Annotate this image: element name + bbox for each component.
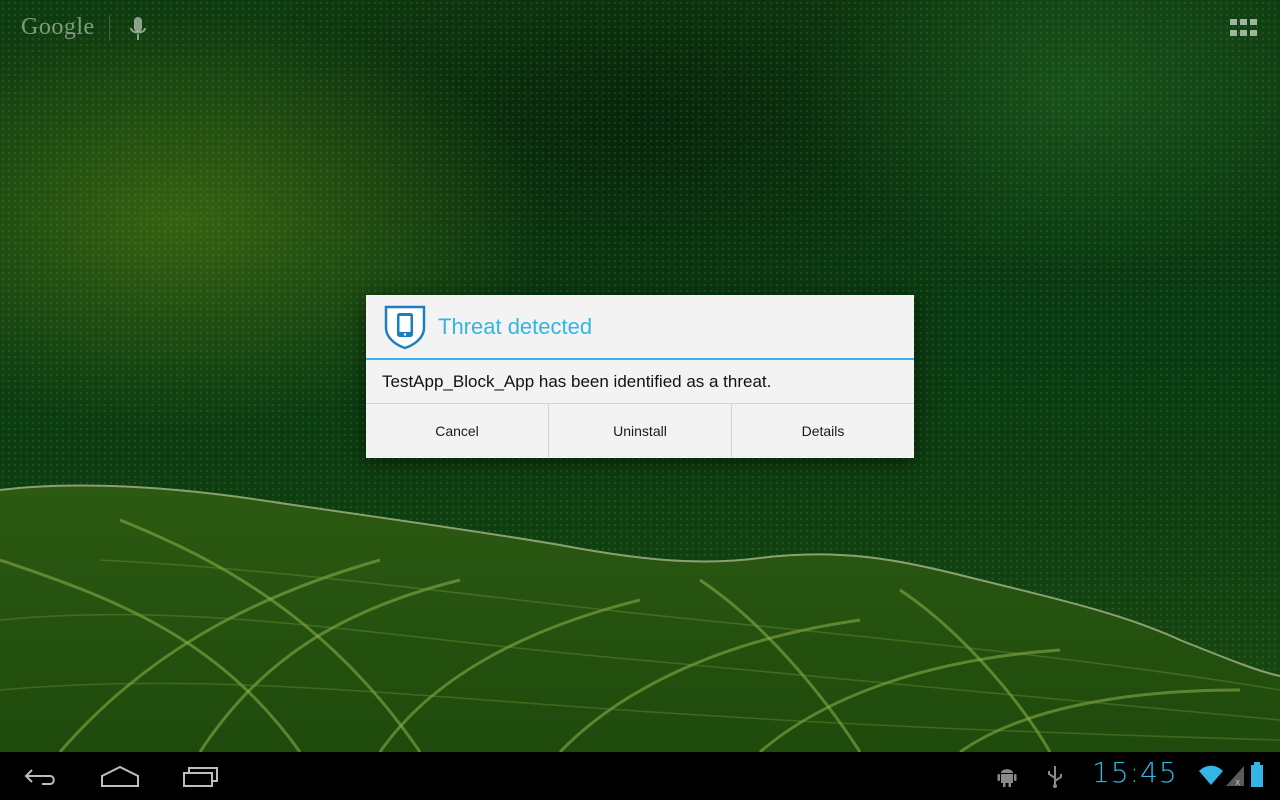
system-bar: x — [0, 752, 1280, 800]
details-button[interactable]: Details — [731, 404, 914, 458]
dialog-header: Threat detected — [366, 295, 914, 358]
dialog-message: TestApp_Block_App has been identified as… — [382, 372, 772, 391]
svg-text:x: x — [1235, 778, 1241, 786]
apps-grid-icon[interactable] — [1230, 19, 1258, 37]
google-search-logo[interactable]: Google — [21, 14, 95, 41]
status-clock[interactable]: 15:45 — [1092, 756, 1178, 789]
android-debug-icon[interactable] — [996, 764, 1018, 788]
usb-icon[interactable] — [1046, 764, 1064, 788]
threat-dialog: Threat detected TestApp_Block_App has be… — [366, 295, 914, 458]
uninstall-button[interactable]: Uninstall — [548, 404, 731, 458]
recent-apps-icon[interactable] — [182, 762, 220, 790]
dialog-title: Threat detected — [438, 314, 593, 339]
dialog-title-divider — [366, 358, 914, 360]
back-icon[interactable] — [22, 762, 58, 790]
mic-icon[interactable] — [128, 16, 148, 42]
cell-signal-icon[interactable]: x — [1226, 766, 1244, 786]
wifi-icon[interactable] — [1198, 764, 1224, 786]
battery-icon[interactable] — [1250, 762, 1264, 788]
dialog-button-row: Cancel Uninstall Details — [366, 403, 914, 458]
cancel-button[interactable]: Cancel — [366, 404, 548, 458]
search-divider — [109, 15, 110, 41]
home-icon[interactable] — [100, 762, 140, 790]
shield-phone-icon — [384, 305, 426, 350]
